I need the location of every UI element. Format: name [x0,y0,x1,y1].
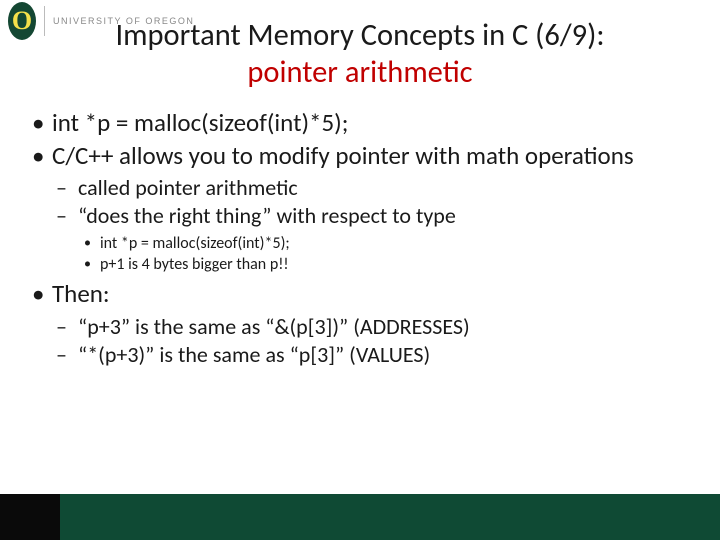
bullet-text: “does the right thing” with respect to t… [78,202,456,229]
university-name: UNIVERSITY OF OREGON [53,16,194,26]
bullet-item: “does the right thing” with respect to t… [52,203,694,275]
bullet-item: Then: “p+3” is the same as “&(p[3])” (AD… [26,279,694,368]
logo-divider [44,6,45,36]
bullet-item: “p+3” is the same as “&(p[3])” (ADDRESSE… [52,314,694,341]
oregon-logo-icon [8,2,36,40]
header-logo-area: UNIVERSITY OF OREGON [8,2,194,40]
bullet-list-level2: “p+3” is the same as “&(p[3])” (ADDRESSE… [52,314,694,369]
title-line-2: pointer arithmetic [0,55,720,90]
bullet-item: C/C++ allows you to modify pointer with … [26,141,694,276]
footer-bar [0,494,720,540]
bullet-text: C/C++ allows you to modify pointer with … [52,140,634,171]
slide-body: int *p = malloc(sizeof(int)*5); C/C++ al… [0,90,720,368]
bullet-list-level3: int *p = malloc(sizeof(int)*5); p+1 is 4… [78,234,694,276]
bullet-text: Then: [52,278,110,309]
bullet-list-level1: int *p = malloc(sizeof(int)*5); C/C++ al… [26,108,694,368]
bullet-item: “*(p+3)” is the same as “p[3]” (VALUES) [52,342,694,369]
bullet-list-level2: called pointer arithmetic “does the righ… [52,175,694,275]
bullet-item: p+1 is 4 bytes bigger than p!! [78,255,694,276]
bullet-item: int *p = malloc(sizeof(int)*5); [78,234,694,255]
bullet-item: called pointer arithmetic [52,175,694,202]
bullet-item: int *p = malloc(sizeof(int)*5); [26,108,694,139]
